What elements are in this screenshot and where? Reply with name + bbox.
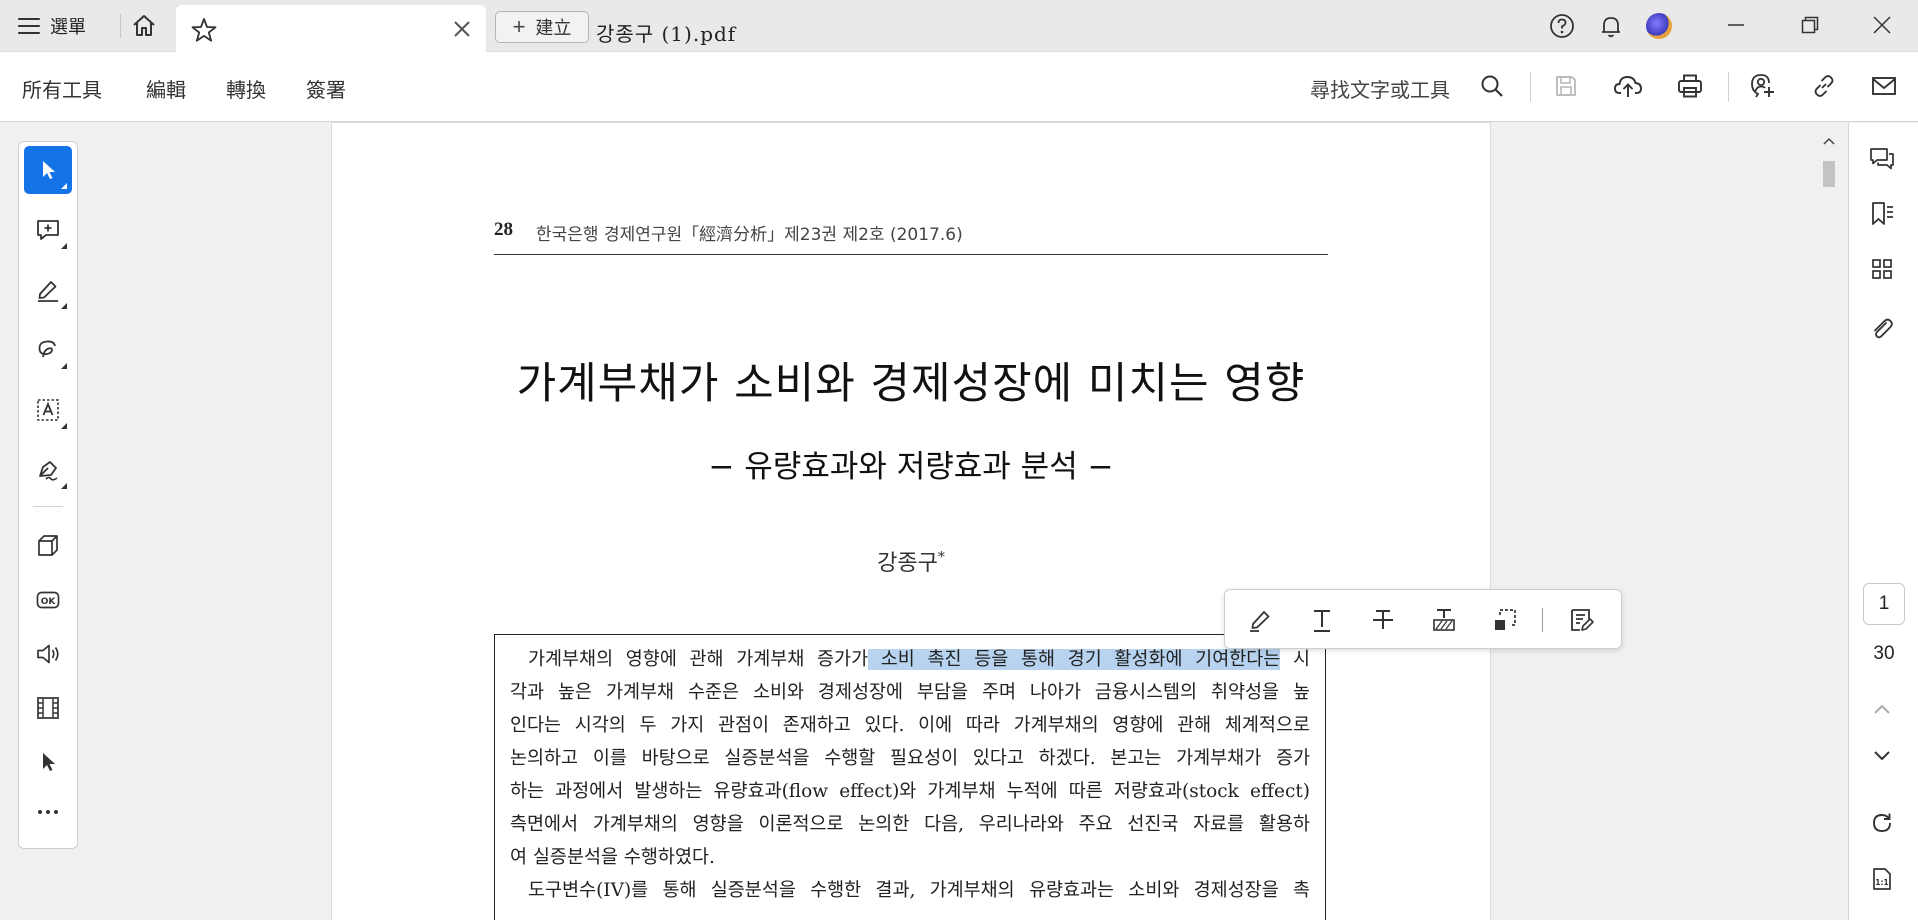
tool-rail: OK (18, 141, 78, 849)
scrollbar-thumb[interactable] (1823, 161, 1835, 187)
search-icon[interactable] (1476, 70, 1508, 102)
bookmark-icon[interactable] (1866, 198, 1898, 230)
menu-label: 選單 (50, 17, 86, 37)
author-name: 강종구 (877, 551, 938, 576)
scroll-up-icon[interactable] (1821, 133, 1837, 149)
svg-text:1:1: 1:1 (1875, 878, 1888, 887)
text-box-tool-button[interactable] (24, 386, 72, 434)
menu-all-tools[interactable]: 所有工具 (22, 74, 102, 103)
menu-edit[interactable]: 編輯 (146, 74, 186, 103)
find-label[interactable]: 尋找文字或工具 (1310, 74, 1450, 103)
abstract-line: 인다는 시각의 두 가지 관점이 존재하고 있다. 이에 따라 가계부채의 영향… (510, 715, 1310, 736)
replace-text-icon[interactable] (1428, 604, 1460, 636)
abstract-line: 가계부채의 영향에 관해 가계부채 증가가 소비 촉진 등을 통해 경기 활성화… (528, 645, 1310, 671)
strikethrough-icon[interactable] (1367, 604, 1399, 636)
author-footnote-mark: * (937, 549, 945, 566)
document-tab[interactable]: 02. 강종구 (1).pdf (176, 5, 735, 52)
pdf-page: 28 한국은행 경제연구원「經濟分析」제23권 제2호 (2017.6) 가계부… (332, 123, 1490, 920)
restore-icon[interactable] (1792, 10, 1828, 40)
attachment-icon[interactable] (1866, 313, 1898, 345)
menu-sign[interactable]: 簽署 (306, 74, 346, 103)
avatar[interactable] (1646, 13, 1672, 39)
menu-button[interactable]: 選單 (18, 12, 86, 40)
highlight-text-icon[interactable] (1245, 604, 1277, 636)
expand-corner-icon (61, 423, 67, 429)
actual-size-icon[interactable]: 1:1 (1866, 863, 1898, 895)
abstract-line: 하는 과정에서 발생하는 유량효과(flow effect)와 가계부채 누적에… (510, 781, 1310, 802)
rail-divider (33, 506, 63, 507)
home-icon[interactable] (130, 12, 158, 40)
expand-corner-icon (61, 363, 67, 369)
menu-convert[interactable]: 轉換 (226, 74, 266, 103)
highlight-tool-button[interactable] (24, 266, 72, 314)
selected-text-highlight[interactable]: 소비 촉진 등을 통해 경기 활성화에 기여한다는 (868, 649, 1281, 670)
sound-icon[interactable] (24, 630, 72, 678)
draw-tool-button[interactable] (24, 326, 72, 374)
running-header: 28 한국은행 경제연구원「經濟分析」제23권 제2호 (2017.6) (494, 219, 1328, 255)
abstract-line: 측면에서 가계부채의 영향을 이론적으로 논의한 다음, 우리나라와 주요 선진… (510, 814, 1310, 835)
help-icon[interactable] (1548, 12, 1576, 40)
abstract-line: 여 실증분석을 수행하였다. (510, 847, 715, 868)
expand-corner-icon (61, 303, 67, 309)
video-icon[interactable] (24, 684, 72, 732)
share-user-icon[interactable] (1746, 70, 1778, 102)
right-panel-rail: 1 30 1:1 (1848, 123, 1918, 920)
create-label: 建立 (535, 18, 572, 38)
plus-icon: + (512, 14, 526, 39)
expand-corner-icon (61, 183, 67, 189)
3d-object-button[interactable] (24, 522, 72, 570)
add-comment-button[interactable] (24, 206, 72, 254)
comments-icon[interactable] (1866, 143, 1898, 175)
upload-cloud-icon[interactable] (1612, 70, 1644, 102)
abstract-line: 각과 높은 가계부채 수준은 소비와 경제성장에 부담을 주며 나아가 금융시스… (510, 682, 1310, 703)
selection-toolbar (1224, 589, 1622, 649)
current-page-input[interactable]: 1 (1863, 583, 1905, 625)
print-icon[interactable] (1674, 70, 1706, 102)
chevron-up-icon[interactable] (1866, 693, 1898, 725)
hamburger-icon (18, 18, 40, 34)
select-tool-button[interactable] (24, 146, 72, 194)
vertical-scrollbar[interactable] (1818, 123, 1840, 920)
abstract-line: 논의하고 이를 바탕으로 실증분석을 수행할 필요성이 있다고 하겠다. 본고는… (510, 748, 1310, 769)
star-icon[interactable] (190, 16, 218, 44)
save-icon[interactable] (1550, 70, 1582, 102)
add-note-icon[interactable] (1565, 604, 1597, 636)
minimize-icon[interactable] (1718, 10, 1754, 40)
total-pages: 30 (1873, 643, 1895, 664)
chevron-down-icon[interactable] (1866, 740, 1898, 772)
tab-divider (120, 14, 121, 38)
window-close-icon[interactable] (1864, 10, 1900, 40)
abstract-box: 가계부채의 영향에 관해 가계부채 증가가 소비 촉진 등을 통해 경기 활성화… (494, 634, 1326, 920)
thumbnails-icon[interactable] (1866, 253, 1898, 285)
abstract-line: 도구변수(IV)를 통해 실증분석을 수행한 결과, 가계부채의 유량효과는 소… (528, 880, 1310, 901)
toolbar-divider (1530, 72, 1531, 102)
abstract-text: 가계부채의 영향에 관해 가계부채 증가가 (528, 649, 869, 670)
bell-icon[interactable] (1597, 12, 1625, 40)
expand-corner-icon (61, 243, 67, 249)
copy-text-icon[interactable] (1489, 604, 1521, 636)
abstract-text: 시 (1280, 649, 1311, 670)
sign-tool-button[interactable] (24, 446, 72, 494)
create-button[interactable]: + 建立 (495, 11, 589, 43)
mail-icon[interactable] (1868, 70, 1900, 102)
tab-bar: 選單 02. 강종구 (1).pdf + 建立 (0, 0, 1918, 52)
close-icon[interactable] (452, 19, 472, 39)
expand-corner-icon (61, 483, 67, 489)
page-number: 28 (494, 219, 513, 240)
more-tools-icon[interactable] (24, 788, 72, 836)
link-icon[interactable] (1808, 70, 1840, 102)
main-toolbar: 所有工具 編輯 轉換 簽署 尋找文字或工具 (0, 52, 1918, 122)
underline-text-icon[interactable] (1306, 604, 1338, 636)
paper-title: 가계부채가 소비와 경제성장에 미치는 영향 (516, 359, 1306, 409)
paper-author: 강종구* (494, 545, 1328, 577)
selection-toolbar-divider (1542, 608, 1543, 632)
form-button-tool[interactable]: OK (24, 576, 72, 624)
svg-text:OK: OK (41, 597, 57, 607)
pointer-icon[interactable] (24, 738, 72, 786)
refresh-icon[interactable] (1866, 807, 1898, 839)
paper-subtitle: − 유량효과와 저량효과 분석 − (708, 449, 1114, 485)
toolbar-divider (1728, 72, 1729, 102)
tab-title: 02. 강종구 (1).pdf (553, 22, 737, 46)
journal-header: 한국은행 경제연구원「經濟分析」제23권 제2호 (2017.6) (536, 225, 963, 245)
